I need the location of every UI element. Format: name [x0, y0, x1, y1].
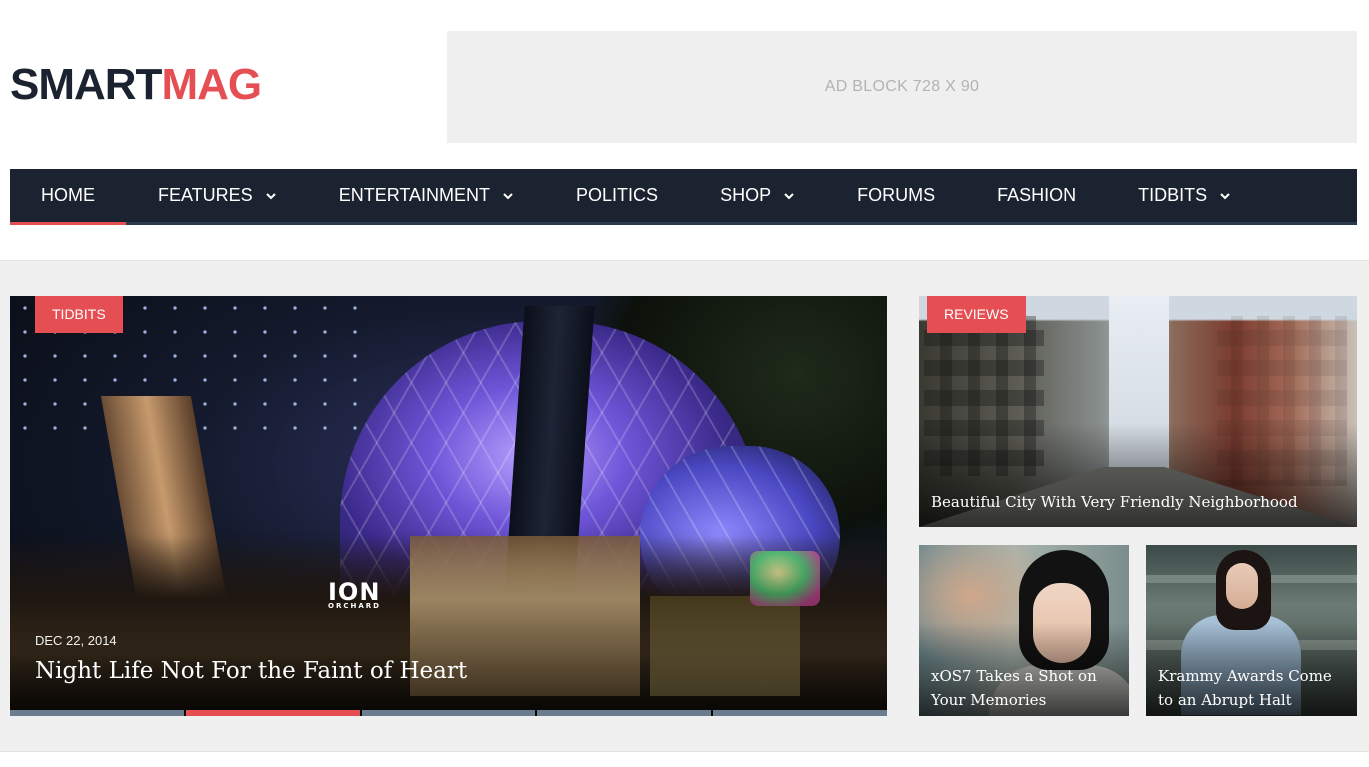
nav-item-label: FASHION	[997, 185, 1077, 205]
post-title[interactable]: Night Life Not For the Faint of Heart	[35, 658, 467, 684]
nav-item-label: HOME	[41, 185, 95, 205]
nav-item-features[interactable]: FEATURES	[126, 169, 308, 222]
chevron-down-icon	[783, 190, 795, 202]
sign-subtext: ORCHARD	[328, 602, 381, 610]
main-nav: HOME FEATURES ENTERTAINMENT POLITICS SHO…	[10, 169, 1357, 225]
slider-dot[interactable]	[10, 710, 184, 716]
post-title-line: Krammy Awards Come	[1158, 667, 1332, 685]
nav-item-tidbits[interactable]: TIDBITS	[1107, 169, 1262, 222]
featured-side-post-right[interactable]: Krammy Awards Come to an Abrupt Halt	[1146, 545, 1357, 716]
post-title[interactable]: Beautiful City With Very Friendly Neighb…	[931, 493, 1298, 511]
post-title-line: Your Memories	[931, 691, 1047, 709]
chevron-down-icon	[265, 190, 277, 202]
featured-side-post-top[interactable]: REVIEWS Beautiful City With Very Friendl…	[919, 296, 1357, 527]
nav-item-forums[interactable]: FORUMS	[826, 169, 966, 222]
post-title-line: xOS7 Takes a Shot on	[931, 667, 1097, 685]
post-title[interactable]: xOS7 Takes a Shot on Your Memories	[931, 664, 1097, 712]
featured-side-post-left[interactable]: xOS7 Takes a Shot on Your Memories	[919, 545, 1129, 716]
slider-dot[interactable]	[713, 710, 887, 716]
category-badge[interactable]: TIDBITS	[35, 296, 123, 333]
slider-dot[interactable]	[361, 710, 536, 716]
logo-mag: MAG	[161, 60, 262, 109]
slider-dot-active[interactable]	[185, 710, 360, 716]
ad-block[interactable]: AD BLOCK 728 X 90	[447, 31, 1357, 143]
post-title-line: to an Abrupt Halt	[1158, 691, 1292, 709]
nav-item-home[interactable]: HOME	[10, 169, 126, 225]
nav-item-fashion[interactable]: FASHION	[966, 169, 1107, 222]
nav-item-label: ENTERTAINMENT	[338, 185, 491, 205]
post-title[interactable]: Krammy Awards Come to an Abrupt Halt	[1158, 664, 1332, 712]
slider-pager	[10, 710, 887, 716]
ad-block-label: AD BLOCK 728 X 90	[824, 78, 980, 95]
nav-item-label: TIDBITS	[1138, 185, 1208, 205]
nav-item-politics[interactable]: POLITICS	[545, 169, 689, 222]
logo-smart: SMART	[10, 60, 162, 109]
street-gradient	[919, 423, 1357, 527]
portrait-image-face	[1226, 563, 1258, 609]
hero-image-sign: ION ORCHARD	[328, 578, 381, 610]
nav-item-label: FEATURES	[158, 185, 253, 205]
chevron-down-icon	[1219, 190, 1231, 202]
slider-dot[interactable]	[537, 710, 712, 716]
site-logo[interactable]: SMARTMAG	[10, 60, 262, 110]
nav-item-label: SHOP	[720, 185, 772, 205]
nav-item-label: FORUMS	[857, 185, 936, 205]
nav-item-shop[interactable]: SHOP	[689, 169, 826, 222]
nav-item-label: POLITICS	[576, 185, 659, 205]
featured-main-post[interactable]: ION ORCHARD TIDBITS DEC 22, 2014 Night L…	[10, 296, 887, 716]
nav-item-entertainment[interactable]: ENTERTAINMENT	[308, 169, 545, 222]
chevron-down-icon	[502, 190, 514, 202]
category-badge[interactable]: REVIEWS	[927, 296, 1026, 333]
post-date: DEC 22, 2014	[35, 633, 117, 648]
hero-gradient	[10, 527, 887, 716]
